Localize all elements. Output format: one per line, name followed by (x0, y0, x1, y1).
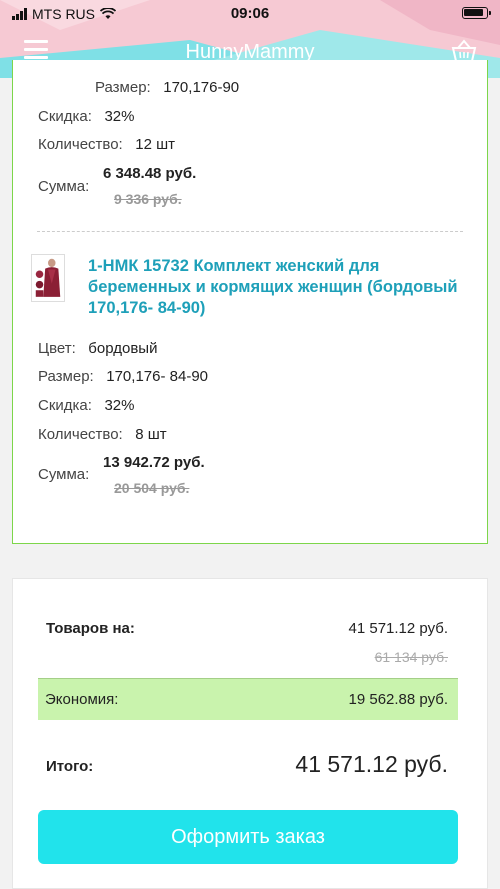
qty-label: Количество: (38, 136, 123, 153)
status-bar: MTS RUS 09:06 (0, 0, 500, 28)
savings-value: 19 562.88 руб. (348, 691, 449, 708)
discount-label: Скидка: (38, 108, 92, 125)
sum-label: Сумма: (38, 466, 90, 483)
battery-icon (462, 7, 491, 19)
qty-value: 8 шт (135, 426, 167, 443)
qty-row: Количество: 8 шт (38, 426, 167, 443)
order-items-card: Размер: 170,176-90 Скидка: 32% Количеств… (12, 60, 488, 544)
status-time: 09:06 (230, 5, 270, 22)
color-value: бордовый (88, 340, 158, 357)
size-label: Размер: (38, 368, 94, 385)
product-title-link[interactable]: 1-НМК 15732 Комплект женский для беремен… (88, 256, 478, 319)
order-summary-card: Товаров на: 41 571.12 руб. 61 134 руб. Э… (12, 578, 488, 889)
sum-old: 20 504 руб. (114, 480, 190, 496)
savings-row: Экономия: 19 562.88 руб. (38, 678, 458, 720)
discount-row: Скидка: 32% (38, 397, 134, 414)
prev-discount-row: Скидка: 32% (38, 108, 134, 125)
size-value: 170,176-90 (163, 79, 240, 96)
product-thumbnail[interactable] (31, 254, 65, 302)
item-divider (37, 231, 463, 232)
prev-size-row: Размер: 170,176-90 (95, 79, 239, 96)
total-label: Итого: (46, 758, 94, 775)
total-value: 41 571.12 руб. (295, 751, 448, 777)
qty-label: Количество: (38, 426, 123, 443)
goods-value: 41 571.12 руб. (348, 620, 449, 637)
sum-value: 13 942.72 руб. (103, 454, 205, 471)
checkout-button[interactable]: Оформить заказ (38, 810, 458, 864)
goods-old-value: 61 134 руб. (374, 649, 448, 665)
prev-sum-label: Сумма: (38, 178, 90, 195)
discount-value: 32% (104, 108, 135, 125)
color-label: Цвет: (38, 340, 76, 357)
discount-label: Скидка: (38, 397, 92, 414)
savings-label: Экономия: (45, 691, 119, 708)
prev-qty-row: Количество: 12 шт (38, 136, 175, 153)
color-row: Цвет: бордовый (38, 340, 157, 357)
qty-value: 12 шт (135, 136, 176, 153)
prev-sum-old: 9 336 руб. (114, 191, 182, 207)
size-value: 170,176- 84-90 (106, 368, 208, 385)
discount-value: 32% (104, 397, 135, 414)
size-label: Размер: (95, 79, 151, 96)
size-row: Размер: 170,176- 84-90 (38, 368, 208, 385)
prev-sum-value: 6 348.48 руб. (103, 165, 197, 182)
goods-label: Товаров на: (46, 620, 135, 637)
